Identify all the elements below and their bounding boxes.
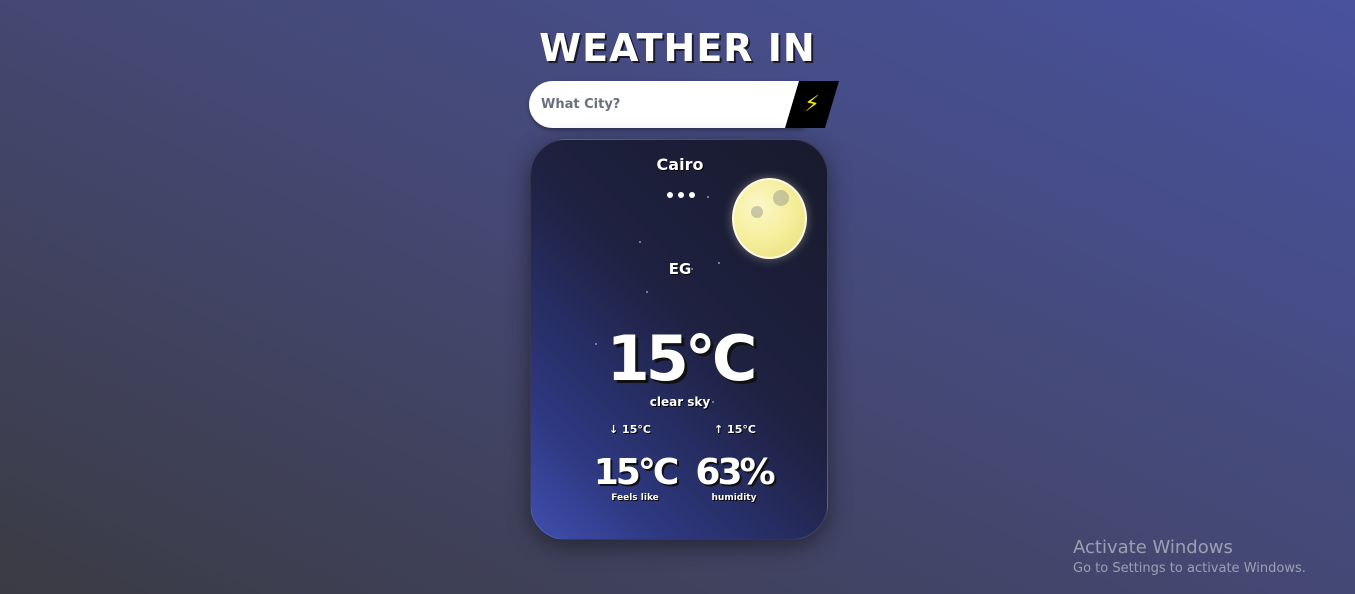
star-decoration — [707, 196, 709, 198]
humidity-stat: 63% humidity — [689, 452, 779, 504]
city-name: Cairo — [656, 155, 704, 174]
feels-like-stat: 15°C Feels like — [587, 452, 683, 504]
min-temperature: ↓ 15°C — [609, 423, 651, 436]
moon-icon — [732, 178, 807, 259]
humidity-label: humidity — [711, 493, 757, 503]
humidity-value: 63% — [695, 452, 775, 493]
star-decoration — [639, 241, 641, 243]
lightning-bolt-icon: ⚡ — [804, 92, 820, 117]
activate-windows-watermark: Activate Windows Go to Settings to activ… — [1073, 537, 1306, 576]
watermark-subtitle: Go to Settings to activate Windows. — [1073, 561, 1306, 576]
weather-description: clear sky — [649, 395, 711, 409]
country-code: EG — [668, 260, 692, 278]
max-temperature: ↑ 15°C — [714, 423, 756, 436]
city-search-input[interactable] — [529, 81, 804, 128]
more-options-icon[interactable] — [667, 192, 695, 198]
weather-card: Cairo EG 15°C clear sky ↓ 15°C ↑ 15°C 15… — [530, 139, 828, 540]
feels-like-label: Feels like — [611, 493, 659, 503]
current-temperature: 15°C — [606, 322, 758, 395]
page-title: WEATHER IN — [539, 26, 816, 70]
search-bar: ⚡ — [529, 81, 839, 128]
feels-like-value: 15°C — [593, 452, 680, 493]
watermark-title: Activate Windows — [1073, 537, 1233, 558]
star-decoration — [646, 291, 648, 293]
